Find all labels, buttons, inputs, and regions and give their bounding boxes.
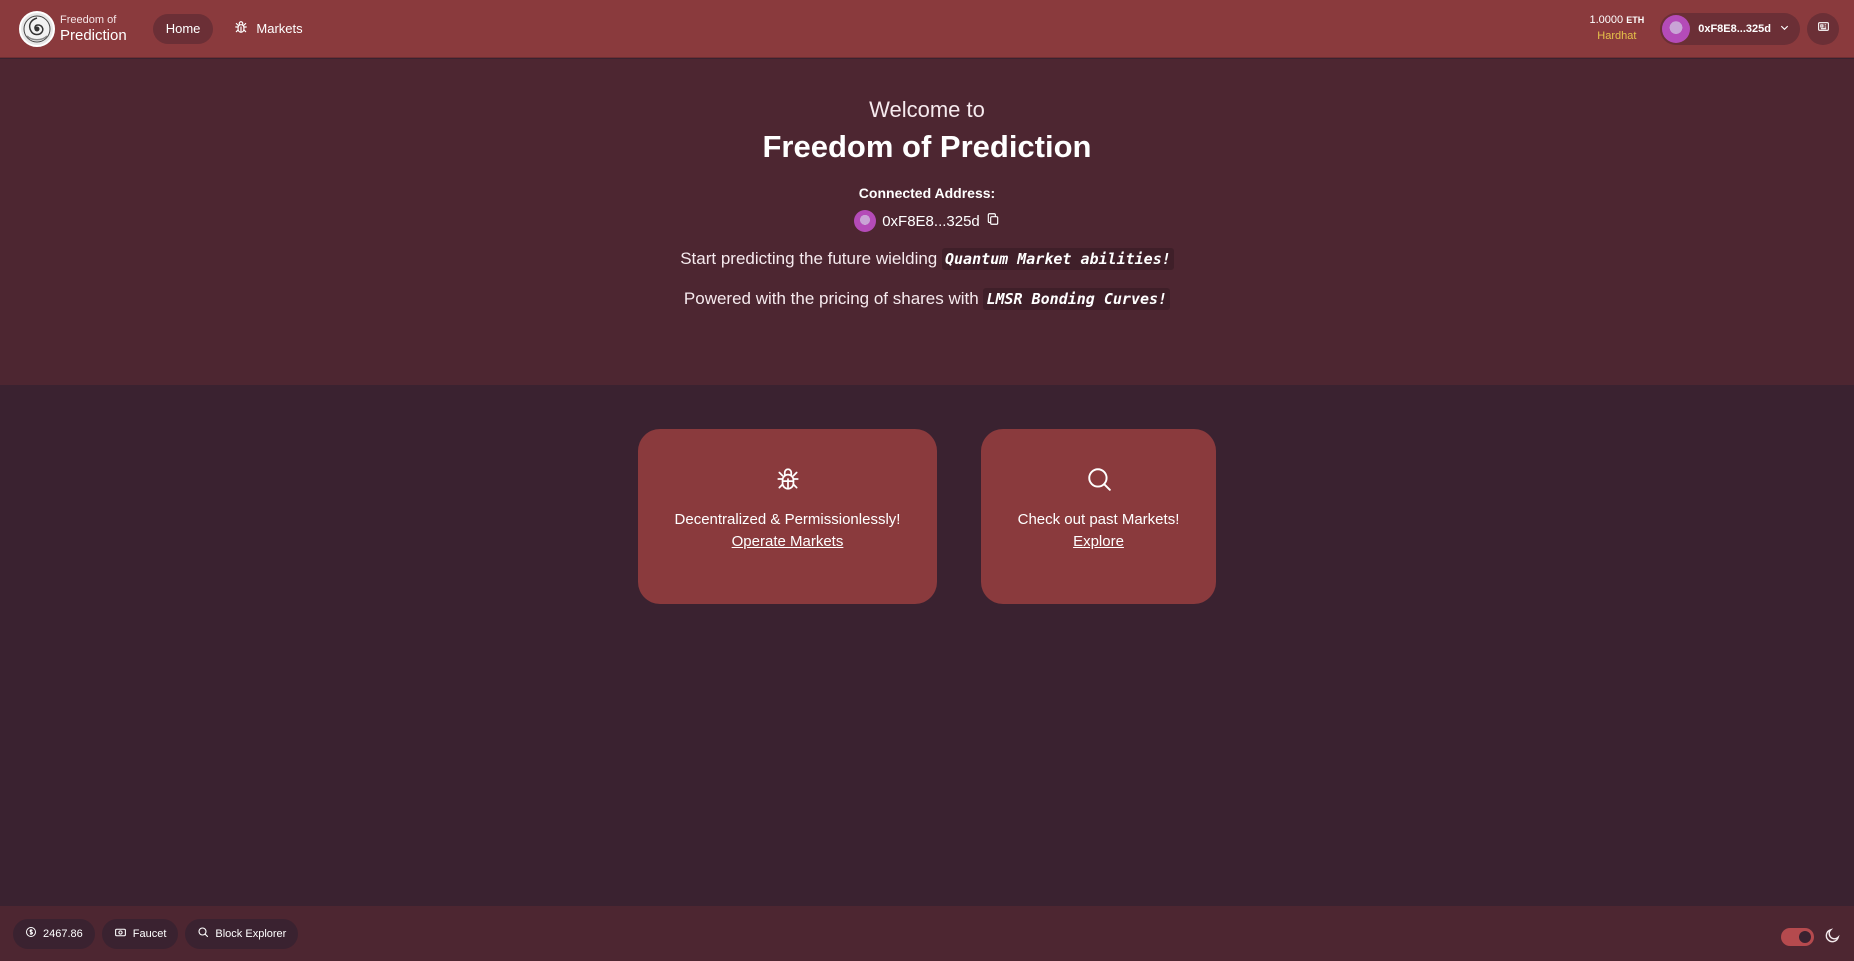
balance-amount: 1.0000 [1589,14,1624,26]
page-title: Freedom of Prediction [762,129,1092,164]
faucet-icon [114,926,127,942]
currency-icon [25,926,37,941]
account-dropdown[interactable]: 0xF8E8...325d [1660,12,1800,45]
brand-bottom-text: Prediction [60,26,127,44]
logo-icon [19,10,55,47]
qr-code-icon [1817,20,1830,38]
intro-line-2: Powered with the pricing of shares with … [0,288,1854,310]
card-text: Decentralized & Permissionlessly! [674,511,901,528]
intro-line-1-code: Quantum Market abilities! [942,248,1174,270]
brand[interactable]: Freedom of Prediction [19,9,127,49]
balance: 1.0000 ETH Hardhat [1590,15,1645,42]
hero-section: Welcome to Freedom of Prediction Connect… [0,59,1854,385]
main-nav: Home Markets [152,13,316,44]
card-text: Check out past Markets! [1017,511,1180,528]
qr-code-button[interactable] [1807,12,1839,45]
search-icon [197,926,209,941]
intro-line-1: Start predicting the future wielding Qua… [0,248,1854,270]
block-explorer-label: Block Explorer [215,927,287,940]
top-navbar: Freedom of Prediction Home Markets 1.000… [0,0,1854,58]
nav-markets-label: Markets [256,21,303,36]
avatar [1662,14,1691,43]
block-explorer-button[interactable]: Block Explorer [185,918,299,949]
explore-link[interactable]: Explore [981,533,1216,550]
connected-address-label: Connected Address: [858,185,996,201]
intro-line-2-text: Powered with the pricing of shares with [683,289,979,308]
footer: 2467.86 Faucet Block Explorer [0,906,1854,961]
operate-markets-link[interactable]: Operate Markets [638,533,937,550]
nav-home[interactable]: Home [152,13,214,44]
balance-unit: ETH [1626,15,1645,25]
address-text: 0xF8E8...325d [882,212,980,230]
chevron-down-icon [1779,22,1790,36]
faucet-label: Faucet [132,927,167,940]
bug-icon [638,466,937,492]
welcome-text: Welcome to [869,97,985,122]
network-name: Hardhat [1597,30,1637,42]
copy-icon[interactable] [986,212,1000,230]
brand-top-text: Freedom of [60,13,117,26]
nav-home-label: Home [165,21,201,36]
moon-icon [1824,927,1841,949]
theme-toggle[interactable] [1781,928,1814,946]
account-address: 0xF8E8...325d [1698,22,1771,35]
nav-markets[interactable]: Markets [221,14,315,44]
address-avatar [854,210,877,232]
connected-address: 0xF8E8...325d [0,210,1854,232]
eth-price-button[interactable]: 2467.86 [13,918,95,949]
faucet-button[interactable]: Faucet [101,918,179,949]
operate-markets-card: Decentralized & Permissionlessly! Operat… [638,429,937,604]
eth-price: 2467.86 [43,927,83,940]
explore-card: Check out past Markets! Explore [981,429,1216,604]
toggle-knob [1799,931,1811,943]
intro-line-1-text: Start predicting the future wielding [680,249,938,268]
search-icon [981,466,1216,492]
intro-line-2-code: LMSR Bonding Curves! [983,288,1171,310]
bug-icon [234,20,248,37]
